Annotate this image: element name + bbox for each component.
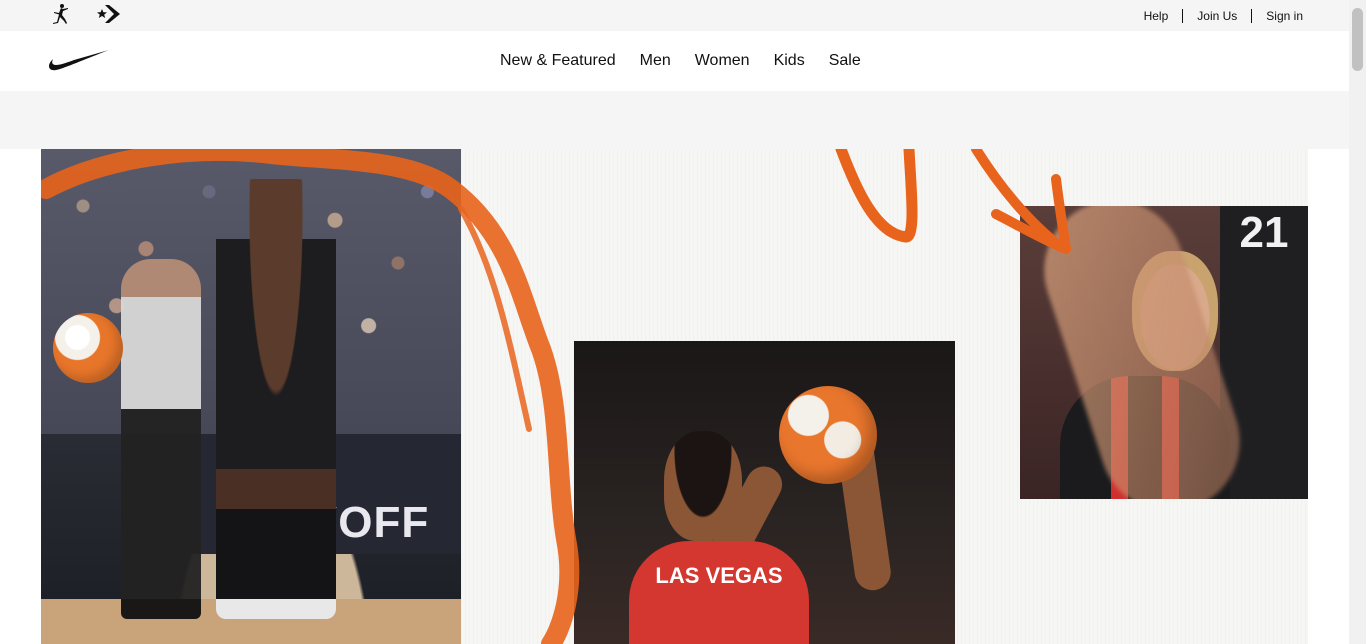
hero-photo-player-dribbling: PLAYOFF [41, 149, 461, 644]
hero-collage[interactable]: PLAYOFF LAS VEGAS 21 [41, 149, 1308, 644]
jordan-icon[interactable] [48, 2, 74, 26]
player-figure [216, 179, 336, 619]
basketball [53, 313, 123, 383]
sign-in-link[interactable]: Sign in [1266, 9, 1303, 23]
divider [1182, 8, 1184, 23]
divider [1251, 8, 1253, 23]
utility-links: Help Join Us Sign in [1144, 0, 1303, 31]
hero-photo-player-shooting: LAS VEGAS [574, 341, 955, 644]
promo-banner [0, 91, 1349, 149]
main-header: New & Featured Men Women Kids Sale [0, 31, 1349, 91]
scrollbar-thumb[interactable] [1352, 8, 1363, 71]
nike-swoosh-icon[interactable] [48, 49, 110, 73]
basketball [779, 386, 877, 484]
hero-photo-coach: 21 [1020, 206, 1308, 499]
nav-women[interactable]: Women [683, 52, 762, 70]
nav-new-featured[interactable]: New & Featured [488, 52, 628, 70]
main-nav: New & Featured Men Women Kids Sale [488, 31, 873, 91]
referee [121, 259, 201, 619]
help-link[interactable]: Help [1144, 9, 1169, 23]
nav-kids[interactable]: Kids [762, 52, 817, 70]
join-us-link[interactable]: Join Us [1197, 9, 1237, 23]
player-jersey: LAS VEGAS [629, 541, 809, 644]
player-head [664, 431, 742, 541]
converse-icon[interactable] [96, 2, 122, 26]
page-scrollbar[interactable] [1349, 0, 1366, 644]
nav-men[interactable]: Men [628, 52, 683, 70]
nav-sale[interactable]: Sale [817, 52, 873, 70]
utility-bar: Help Join Us Sign in [0, 0, 1349, 31]
